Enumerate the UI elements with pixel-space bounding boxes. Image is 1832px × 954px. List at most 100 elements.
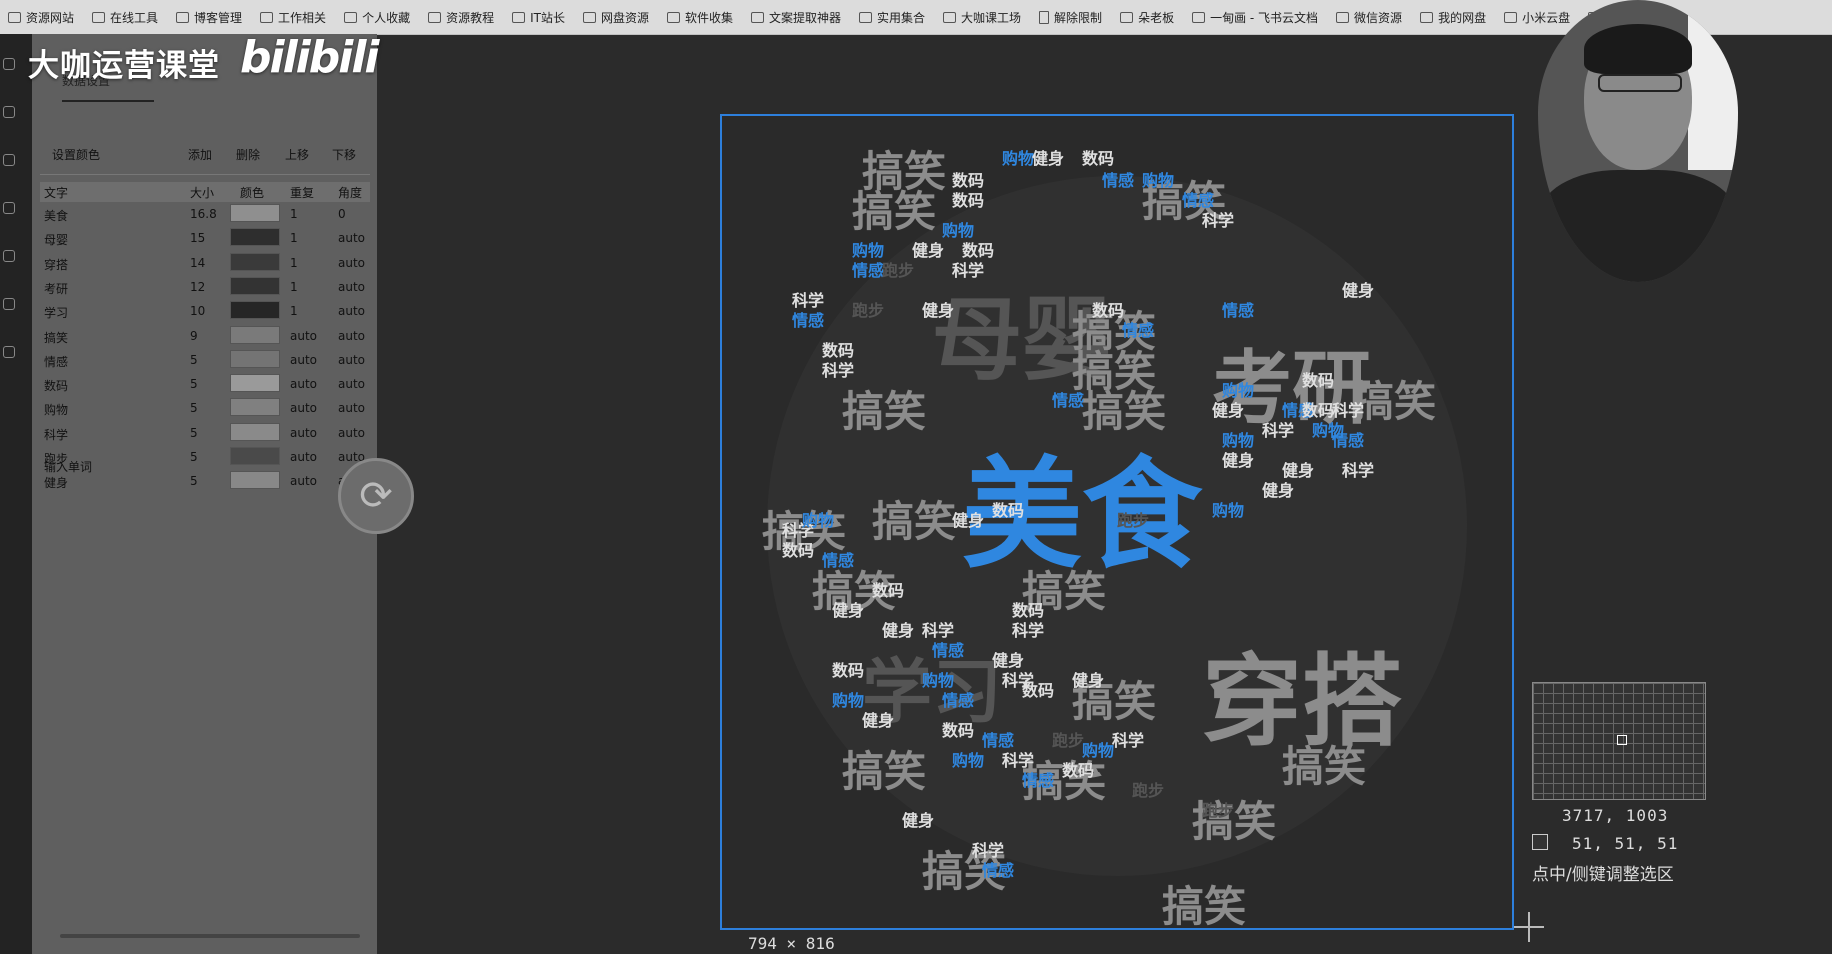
add-button[interactable]: 添加 [188, 146, 212, 163]
cloud-word: 科学 [1112, 731, 1144, 750]
bookmark-item[interactable]: 在线工具 [84, 0, 168, 34]
table-row[interactable]: 搞笑 9 auto auto [40, 325, 370, 346]
bookmark-label: 解除限制 [1054, 10, 1103, 25]
bookmark-item[interactable]: 博客管理 [168, 0, 252, 34]
color-swatch[interactable] [230, 349, 280, 368]
bookmark-item[interactable]: 我的网盘 [1412, 0, 1496, 34]
table-row[interactable]: 购物 5 auto auto [40, 398, 370, 418]
bookmark-item[interactable]: 解除限制 [1031, 0, 1112, 34]
folder-icon [428, 11, 442, 23]
cell-size: 5 [190, 352, 198, 367]
bookmark-item[interactable]: 一甸画 - 飞书云文档 [1184, 0, 1328, 34]
bookmark-item[interactable]: 资源教程 [420, 0, 504, 34]
horizontal-scrollbar[interactable] [60, 934, 360, 938]
bookmark-item[interactable]: 文案提取神器 [743, 0, 851, 34]
bookmark-item[interactable]: 实用集合 [851, 0, 935, 34]
cloud-word: 健身 [1262, 481, 1294, 500]
refresh-icon[interactable]: ⟳ [338, 458, 414, 534]
app-icon [1120, 11, 1134, 23]
bookmark-item[interactable]: 个人收藏 [336, 0, 420, 34]
table-row[interactable]: 穿搭 14 1 auto [40, 252, 370, 273]
tool-icon[interactable] [3, 202, 15, 214]
cloud-word: 搞笑 [1282, 742, 1366, 791]
color-swatch[interactable] [230, 447, 280, 465]
table-row[interactable]: 数码 5 auto auto [40, 374, 370, 394]
word-list-panel: 数据设置 设置颜色 添加 删除 上移 下移 文字 大小 颜色 重复 角度 美食 1… [32, 34, 377, 954]
new-word-input[interactable]: 输入单词 [44, 458, 92, 475]
cell-size: 10 [190, 304, 206, 319]
cell-angle: auto [338, 304, 366, 319]
cloud-word: 跑步 [882, 261, 914, 280]
color-swatch[interactable] [230, 325, 280, 344]
bookmark-item[interactable]: 资源网站 [0, 0, 84, 34]
word-toolbar: 设置颜色 添加 删除 上移 下移 [32, 146, 377, 168]
bookmark-item[interactable]: 网盘资源 [575, 0, 659, 34]
tool-icon[interactable] [3, 106, 15, 118]
tool-icon[interactable] [3, 298, 15, 310]
cloud-word: 科学 [792, 291, 824, 310]
color-swatch[interactable] [230, 252, 280, 271]
cell-size: 12 [190, 279, 206, 294]
cloud-word: 数码 [992, 501, 1024, 520]
bookmark-item[interactable]: 工作相关 [252, 0, 336, 34]
cloud-word: 情感 [1102, 171, 1134, 190]
bookmark-item[interactable]: 软件收集 [659, 0, 743, 34]
color-swatch[interactable] [230, 374, 280, 393]
cloud-word: 搞笑 [1352, 377, 1436, 426]
cloud-word: 购物 [1222, 431, 1254, 450]
table-row[interactable]: 母婴 15 1 auto [40, 228, 370, 248]
cell-repeat: auto [290, 474, 318, 489]
tool-icon[interactable] [3, 250, 15, 262]
bookmark-item[interactable]: 微信资源 [1328, 0, 1412, 34]
table-row[interactable]: 考研 12 1 auto [40, 276, 370, 297]
cloud-word: 数码 [822, 341, 854, 360]
color-swatch[interactable] [230, 228, 280, 247]
cell-word: 数码 [44, 379, 69, 394]
bookmark-item[interactable]: 小米云盘 [1496, 0, 1580, 34]
bookmark-item[interactable]: 大咖课工场 [935, 0, 1031, 34]
table-row[interactable]: 美食 16.8 1 0 [40, 204, 370, 224]
cloud-word: 情感 [1332, 431, 1364, 450]
color-swatch[interactable] [230, 471, 280, 490]
bookmark-label: 工作相关 [278, 10, 327, 25]
folder-icon [666, 11, 680, 23]
delete-button[interactable]: 删除 [236, 146, 260, 163]
cell-repeat: 1 [290, 207, 298, 221]
set-color-button[interactable]: 设置颜色 [52, 146, 100, 163]
cloud-word: 健身 [902, 811, 934, 830]
cloud-word: 购物 [1082, 741, 1114, 760]
cloud-word: 健身 [882, 621, 914, 640]
cell-size: 14 [190, 255, 206, 270]
color-swatch[interactable] [230, 204, 280, 222]
col-color: 颜色 [240, 186, 265, 200]
table-row[interactable]: 情感 5 auto auto [40, 349, 370, 370]
move-up-button[interactable]: 上移 [285, 146, 309, 163]
cloud-word: 科学 [1202, 211, 1234, 230]
cell-angle: auto [338, 425, 366, 440]
word-cloud-canvas[interactable]: 美食 穿搭 考研 母婴 学习 搞笑 搞笑 搞笑 搞笑 搞笑 搞笑 搞笑 搞笑 搞笑 搞笑 搞笑 搞笑 搞笑 搞笑 搞笑… [720, 114, 1514, 930]
tool-icon[interactable] [3, 346, 15, 358]
cloud-word: 搞笑 [842, 387, 926, 436]
folder-icon [859, 11, 873, 23]
cloud-word: 健身 [912, 241, 944, 260]
color-swatch[interactable] [230, 276, 280, 295]
tool-icon[interactable] [3, 154, 15, 166]
color-swatch[interactable] [230, 422, 280, 441]
cell-repeat: auto [290, 450, 318, 464]
cursor-coordinates: 3717, 1003 [1562, 806, 1669, 825]
folder-icon [1420, 11, 1434, 23]
bookmark-item[interactable]: IT站长 [504, 0, 575, 34]
color-swatch[interactable] [230, 301, 280, 320]
cell-word: 健身 [44, 476, 69, 491]
bookmark-item[interactable]: 朵老板 [1112, 0, 1184, 34]
tool-icon[interactable] [3, 58, 15, 70]
table-row[interactable]: 学习 10 1 auto [40, 301, 370, 321]
crosshair-icon [1514, 912, 1544, 942]
cloud-word: 数码 [1022, 681, 1054, 700]
move-down-button[interactable]: 下移 [332, 146, 356, 163]
folder-icon [8, 11, 21, 23]
color-swatch[interactable] [230, 398, 280, 417]
table-row[interactable]: 科学 5 auto auto [40, 422, 370, 443]
rgb-value: 51, 51, 51 [1572, 834, 1679, 853]
cloud-word: 科学 [972, 841, 1004, 860]
